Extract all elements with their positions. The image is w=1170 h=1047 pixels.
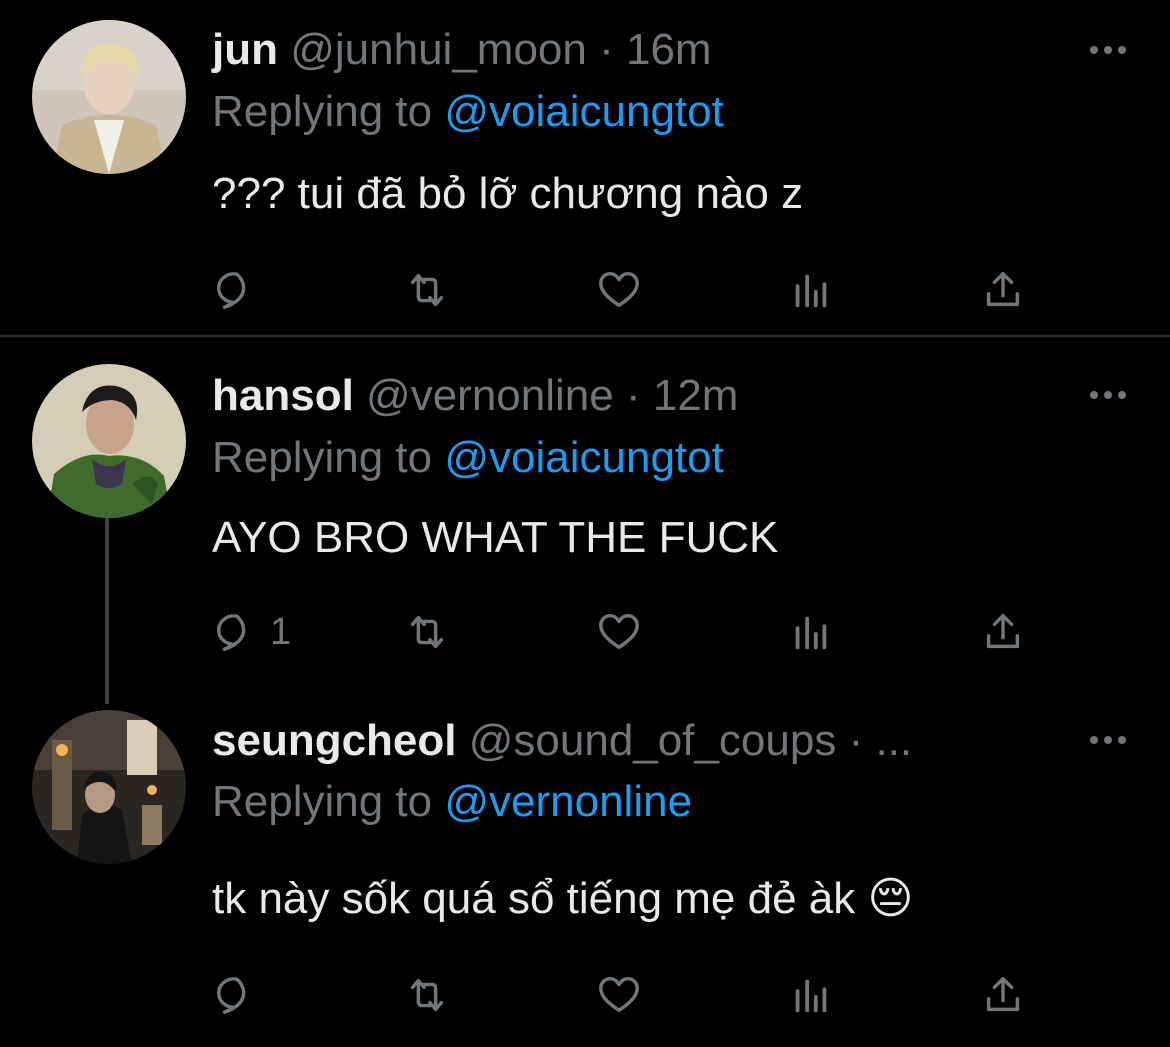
display-name[interactable]: hansol <box>212 371 354 420</box>
like-button[interactable] <box>596 265 642 315</box>
timestamp[interactable]: 12m <box>653 371 739 420</box>
replying-to: Replying to @voiaicungtot <box>212 432 724 484</box>
tweet-divider <box>0 335 1170 337</box>
like-button[interactable] <box>596 970 642 1020</box>
tweet-text: ??? tui đã bỏ lỡ chương nào z <box>212 169 804 218</box>
avatar-jun-icon <box>32 20 186 174</box>
more-button[interactable] <box>1086 40 1130 60</box>
heart-icon <box>599 976 639 1013</box>
reply-icon <box>216 613 246 651</box>
views-icon <box>795 274 827 308</box>
views-button[interactable] <box>788 970 834 1020</box>
reply-button[interactable] <box>212 265 270 315</box>
more-button[interactable] <box>1086 385 1130 405</box>
retweet-icon <box>410 615 444 649</box>
avatar[interactable] <box>32 20 186 174</box>
separator-dot: · <box>599 25 614 74</box>
separator-dot: · <box>848 716 864 765</box>
handle[interactable]: @junhui_moon <box>290 25 587 74</box>
action-bar: 1 <box>212 607 1042 657</box>
handle[interactable]: @sound_of_coups <box>469 716 837 765</box>
action-bar <box>212 265 1042 315</box>
retweet-icon <box>410 978 444 1012</box>
views-icon <box>795 979 827 1013</box>
thread-connector <box>105 492 109 704</box>
share-icon <box>986 613 1020 649</box>
avatar[interactable] <box>32 364 186 518</box>
tweet-text: AYO BRO WHAT THE FUCK <box>212 513 779 562</box>
more-icon <box>1090 46 1126 54</box>
separator-dot: · <box>625 371 641 420</box>
share-icon <box>986 976 1020 1012</box>
share-button[interactable] <box>980 265 1026 315</box>
reply-icon <box>216 976 246 1014</box>
more-button[interactable] <box>1086 730 1130 750</box>
replying-prefix: Replying to <box>212 777 445 826</box>
heart-icon <box>599 271 639 308</box>
share-button[interactable] <box>980 607 1026 657</box>
tweet-text-body: tk này sốk quá sổ tiếng mẹ đẻ àk <box>212 874 856 923</box>
more-icon <box>1090 391 1126 399</box>
tweet-text: tk này sốk quá sổ tiếng mẹ đẻ àk 😔 <box>212 873 913 925</box>
reply-button[interactable] <box>212 970 270 1020</box>
retweet-button[interactable] <box>404 607 450 657</box>
action-bar <box>212 970 1042 1020</box>
timestamp[interactable]: 16m <box>626 25 712 74</box>
tweet-header: seungcheol @sound_of_coups · ... <box>212 715 912 767</box>
like-button[interactable] <box>596 607 642 657</box>
replying-to-handle[interactable]: @voiaicungtot <box>444 433 724 482</box>
replying-to-handle[interactable]: @voiaicungtot <box>444 87 724 136</box>
display-name[interactable]: jun <box>212 25 278 74</box>
pensive-face-emoji: 😔 <box>867 874 914 923</box>
display-name[interactable]: seungcheol <box>212 716 457 765</box>
retweet-button[interactable] <box>404 265 450 315</box>
retweet-button[interactable] <box>404 970 450 1020</box>
heart-icon <box>599 613 639 650</box>
more-icon <box>1090 736 1126 744</box>
share-icon <box>986 271 1020 307</box>
views-icon <box>795 616 827 650</box>
views-button[interactable] <box>788 607 834 657</box>
tweet-header: hansol @vernonline · 12m <box>212 370 738 422</box>
replying-prefix: Replying to <box>212 433 445 482</box>
avatar[interactable] <box>32 710 186 864</box>
retweet-icon <box>410 273 444 307</box>
replying-to: Replying to @vernonline <box>212 776 692 828</box>
share-button[interactable] <box>980 970 1026 1020</box>
timestamp[interactable]: ... <box>875 716 912 765</box>
replying-to: Replying to @voiaicungtot <box>212 86 724 138</box>
tweet-header: jun @junhui_moon · 16m <box>212 24 712 76</box>
views-button[interactable] <box>788 265 834 315</box>
reply-button[interactable]: 1 <box>212 607 291 657</box>
reply-count: 1 <box>270 610 292 653</box>
handle[interactable]: @vernonline <box>366 371 614 420</box>
replying-prefix: Replying to <box>212 87 445 136</box>
reply-icon <box>216 271 246 309</box>
replying-to-handle[interactable]: @vernonline <box>444 777 692 826</box>
avatar-hansol-icon <box>32 364 186 518</box>
avatar-seungcheol-icon <box>32 710 186 864</box>
